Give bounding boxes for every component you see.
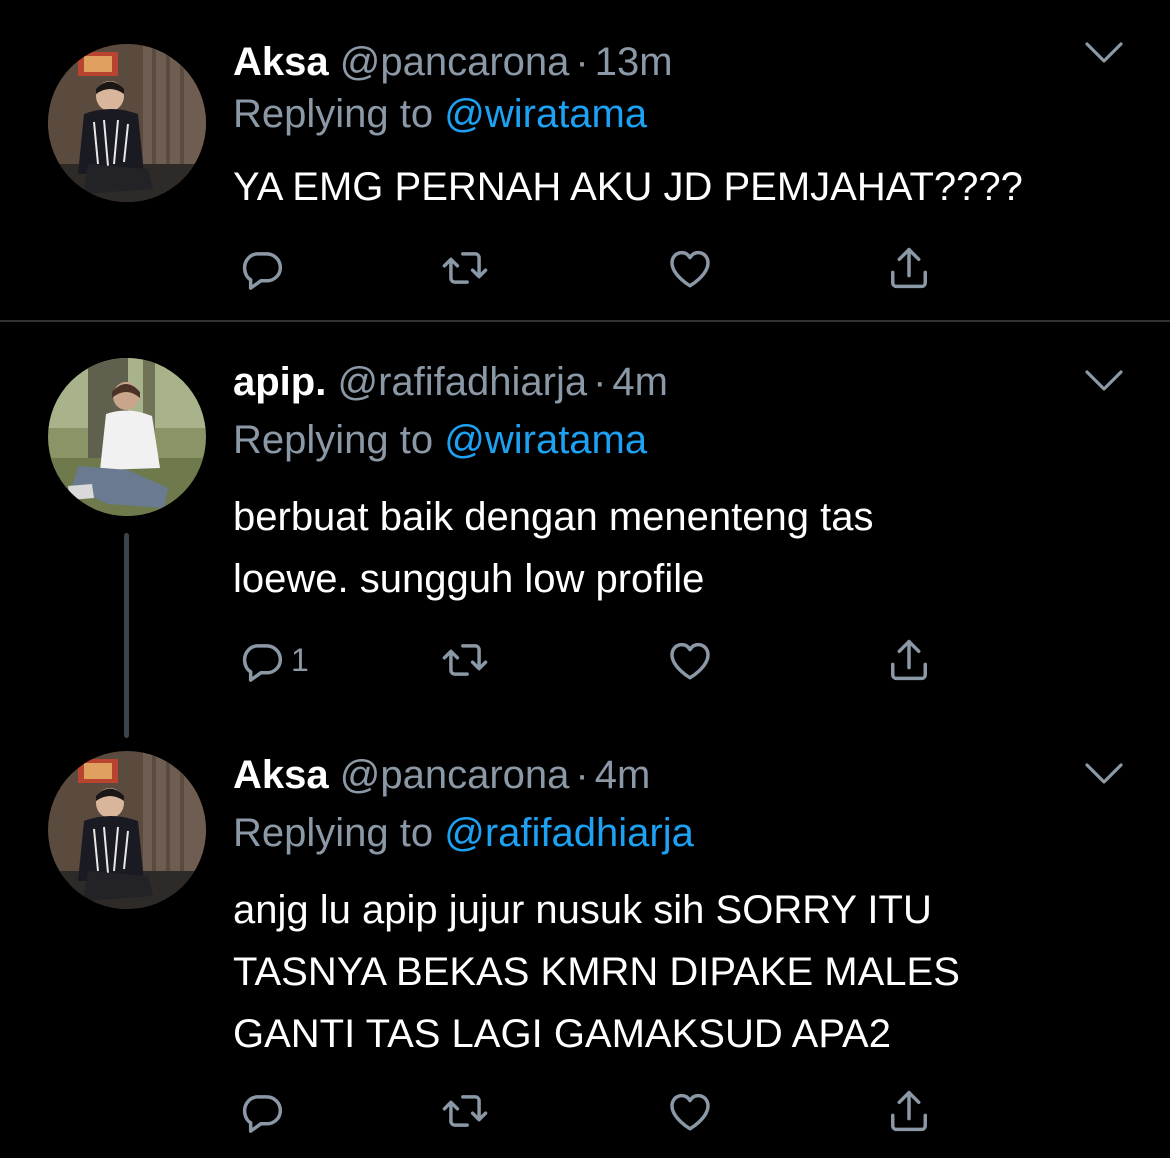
- separator-dot: ·: [575, 753, 589, 797]
- display-name[interactable]: Aksa: [233, 40, 329, 84]
- reply-icon: [237, 1085, 289, 1137]
- retweet-button[interactable]: [439, 630, 491, 690]
- replying-to: Replying to @wiratama: [233, 88, 647, 140]
- reply-count: 1: [291, 641, 309, 678]
- reply-button[interactable]: 1: [237, 630, 309, 690]
- like-button[interactable]: [664, 238, 716, 298]
- avatar[interactable]: [48, 358, 206, 516]
- avatar[interactable]: [48, 751, 206, 909]
- retweet-button[interactable]: [439, 1081, 491, 1141]
- like-icon: [664, 242, 716, 294]
- tweet-header: Aksa @pancarona · 13m: [233, 36, 673, 88]
- tweet-text: berbuat baik dengan menenteng tas loewe.…: [233, 495, 874, 601]
- action-bar: [233, 1081, 993, 1141]
- share-button[interactable]: [883, 238, 935, 298]
- timestamp[interactable]: 13m: [595, 40, 673, 84]
- avatar[interactable]: [48, 44, 206, 202]
- separator-dot: ·: [593, 360, 607, 404]
- tweet-header: Aksa @pancarona · 4m: [233, 749, 650, 801]
- avatar-photo: [48, 751, 206, 909]
- reply-icon: [237, 634, 289, 686]
- like-button[interactable]: [664, 630, 716, 690]
- display-name[interactable]: Aksa: [233, 753, 329, 797]
- separator-dot: ·: [575, 40, 589, 84]
- tweet-text: anjg lu apip jujur nusuk sih SORRY ITU T…: [233, 888, 960, 1056]
- share-button[interactable]: [883, 630, 935, 690]
- reply-button[interactable]: [237, 238, 291, 298]
- reply-icon: [237, 242, 289, 294]
- avatar-photo: [48, 44, 206, 202]
- user-handle[interactable]: @pancarona: [340, 753, 570, 797]
- tweet[interactable]: Aksa @pancarona · 13m Replying to @wiratam…: [0, 22, 1170, 320]
- divider: [0, 320, 1170, 322]
- action-bar: [233, 238, 993, 298]
- retweet-icon: [439, 242, 491, 294]
- share-button[interactable]: [883, 1081, 935, 1141]
- retweet-icon: [439, 1085, 491, 1137]
- tweet[interactable]: apip. @rafifadhiarja · 4m Replying to @wir…: [0, 350, 1170, 730]
- display-name[interactable]: apip.: [233, 360, 326, 404]
- share-icon: [883, 1085, 935, 1137]
- tweet-text: YA EMG PERNAH AKU JD PEMJAHAT????: [233, 165, 1023, 209]
- avatar-photo: [48, 358, 206, 516]
- chevron-down-icon[interactable]: [1084, 368, 1124, 394]
- replying-to-label: Replying to: [233, 811, 434, 855]
- timestamp[interactable]: 4m: [595, 753, 651, 797]
- chevron-down-icon[interactable]: [1084, 40, 1124, 66]
- share-icon: [883, 634, 935, 686]
- like-icon: [664, 1085, 716, 1137]
- replying-to: Replying to @rafifadhiarja: [233, 807, 694, 859]
- share-icon: [883, 242, 935, 294]
- retweet-button[interactable]: [439, 238, 491, 298]
- reply-button[interactable]: [237, 1081, 291, 1141]
- chevron-down-icon[interactable]: [1084, 761, 1124, 787]
- tweet-header: apip. @rafifadhiarja · 4m: [233, 356, 668, 408]
- user-handle[interactable]: @rafifadhiarja: [337, 360, 587, 404]
- like-icon: [664, 634, 716, 686]
- replying-to-handle[interactable]: @rafifadhiarja: [444, 811, 694, 855]
- like-button[interactable]: [664, 1081, 716, 1141]
- action-bar: 1: [233, 630, 993, 690]
- replying-to-handle[interactable]: @wiratama: [444, 418, 647, 462]
- replying-to-label: Replying to: [233, 92, 434, 136]
- replying-to-handle[interactable]: @wiratama: [444, 92, 647, 136]
- replying-to: Replying to @wiratama: [233, 414, 647, 466]
- tweet[interactable]: Aksa @pancarona · 4m Replying to @rafifadh…: [0, 745, 1170, 1158]
- thread-connector-line: [124, 533, 129, 738]
- user-handle[interactable]: @pancarona: [340, 40, 570, 84]
- timestamp[interactable]: 4m: [612, 360, 668, 404]
- replying-to-label: Replying to: [233, 418, 434, 462]
- retweet-icon: [439, 634, 491, 686]
